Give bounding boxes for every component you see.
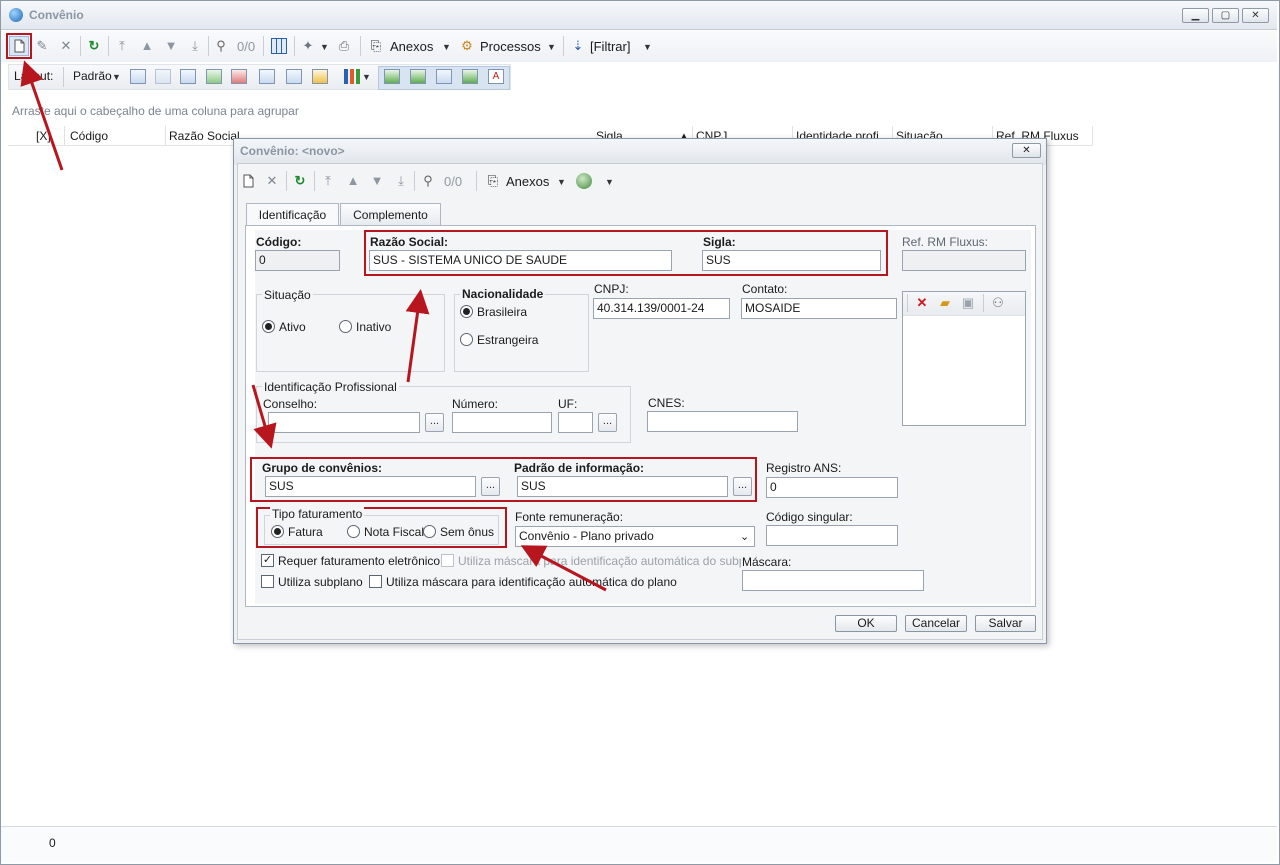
annotation-arrow-new (20, 60, 64, 171)
annotation-arrows (20, 60, 607, 592)
annotation-arrow-tipo (520, 545, 607, 592)
annotation-arrow-razao (405, 289, 430, 383)
annotation-arrow-grupo (251, 384, 277, 449)
